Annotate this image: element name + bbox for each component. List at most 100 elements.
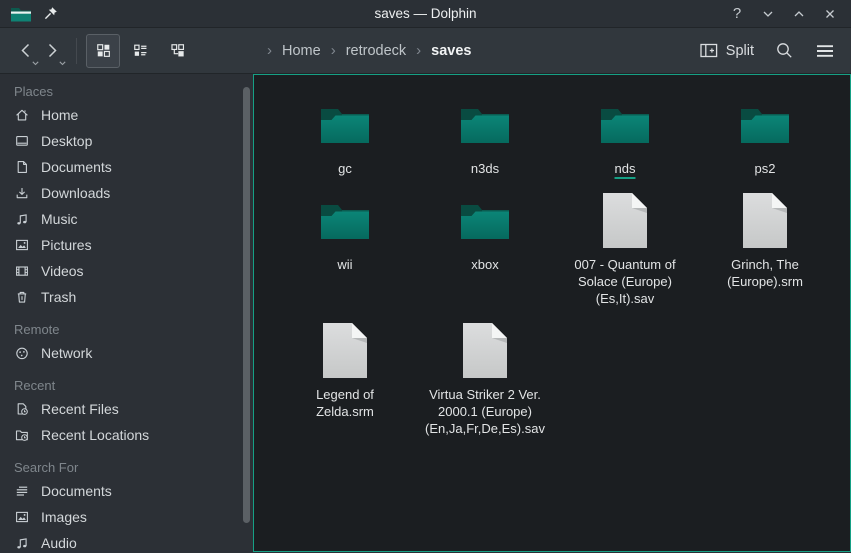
image-icon [14,509,30,525]
folder-item-nds[interactable]: nds [555,93,695,177]
folder-icon [599,102,651,146]
toolbar: › Home › retrodeck › saves Split [0,28,851,74]
downloads-icon [14,185,30,201]
network-icon [14,345,30,361]
folder-icon [739,102,791,146]
sidebar-item-label: Downloads [41,185,110,201]
icons-view-button[interactable] [86,34,120,68]
sidebar-item-label: Documents [41,159,112,175]
sidebar-item-recent-locations[interactable]: Recent Locations [0,422,253,448]
sidebar-item-network[interactable]: Network [0,340,253,366]
desktop-icon [14,133,30,149]
section-header-recent: Recent [0,376,253,396]
maximize-button[interactable] [788,4,810,24]
forward-dropdown-icon[interactable] [59,61,66,66]
folder-item-gc[interactable]: gc [275,93,415,177]
item-label: xbox [471,256,498,273]
sidebar-item-downloads[interactable]: Downloads [0,180,253,206]
sidebar-item-label: Network [41,345,92,361]
section-header-places: Places [0,82,253,102]
back-button[interactable] [12,33,39,69]
dolphin-app-icon[interactable] [10,5,32,23]
sidebar-item-search-documents[interactable]: Documents [0,478,253,504]
search-icon [775,41,794,60]
pin-icon[interactable] [43,6,58,21]
sidebar-item-label: Recent Locations [41,427,149,443]
sidebar-item-recent-files[interactable]: Recent Files [0,396,253,422]
sidebar-item-desktop[interactable]: Desktop [0,128,253,154]
sidebar-scrollbar[interactable] [243,87,250,523]
item-label: Virtua Striker 2 Ver. 2000.1 (Europe) (E… [422,386,548,437]
sidebar-item-pictures[interactable]: Pictures [0,232,253,258]
section-header-search-for: Search For [0,458,253,478]
sidebar-item-label: Documents [41,483,112,499]
folder-icon [319,198,371,242]
sidebar-item-label: Home [41,107,78,123]
file-icon [602,192,648,249]
trash-icon [14,289,30,305]
music-icon [14,211,30,227]
split-view-icon [700,43,718,58]
search-button[interactable] [775,41,794,60]
item-label: wii [337,256,352,273]
folder-item-ps2[interactable]: ps2 [695,93,835,177]
item-label: 007 - Quantum of Solace (Europe) (Es,It)… [562,256,688,307]
file-item-007-quantum-of-solace[interactable]: 007 - Quantum of Solace (Europe) (Es,It)… [555,189,695,307]
titlebar[interactable]: saves — Dolphin ? [0,0,851,28]
split-button[interactable]: Split [700,43,754,59]
folder-item-n3ds[interactable]: n3ds [415,93,555,177]
sidebar-item-music[interactable]: Music [0,206,253,232]
sidebar-item-label: Videos [41,263,84,279]
pictures-icon [14,237,30,253]
chevron-right-icon: › [267,42,272,59]
file-icon [322,322,368,379]
forward-button[interactable] [39,33,66,69]
file-item-legend-of-zelda[interactable]: Legend of Zelda.srm [275,319,415,437]
menu-button[interactable] [815,43,835,59]
folder-icon [459,198,511,242]
folder-icon [459,102,511,146]
file-item-grinch-the[interactable]: Grinch, The (Europe).srm [695,189,835,307]
split-button-label: Split [726,43,754,59]
section-header-remote: Remote [0,320,253,340]
breadcrumb-item-home[interactable]: Home [282,43,321,59]
dolphin-window: saves — Dolphin ? [0,0,851,553]
breadcrumb-item-retrodeck[interactable]: retrodeck [346,43,406,59]
music-icon [14,535,30,551]
item-label: nds [615,160,636,177]
folder-item-xbox[interactable]: xbox [415,189,555,307]
sidebar-item-label: Pictures [41,237,92,253]
sidebar-item-label: Desktop [41,133,92,149]
tree-view-button[interactable] [160,34,194,68]
recent-locations-icon [14,427,30,443]
file-item-virtua-striker-2[interactable]: Virtua Striker 2 Ver. 2000.1 (Europe) (E… [415,319,555,437]
sidebar-item-search-audio[interactable]: Audio [0,530,253,552]
text-lines-icon [14,483,30,499]
help-button[interactable]: ? [726,4,748,24]
sidebar-item-trash[interactable]: Trash [0,284,253,310]
breadcrumb-item-saves[interactable]: saves [431,43,471,59]
item-label: ps2 [755,160,776,177]
chevron-right-icon: › [331,42,336,59]
chevron-right-icon: › [416,42,421,59]
window-title: saves — Dolphin [0,6,851,21]
folder-view[interactable]: gc n3ds nds ps2 wii [253,74,851,552]
sidebar-item-videos[interactable]: Videos [0,258,253,284]
sidebar-item-label: Audio [41,535,77,551]
sidebar-item-label: Images [41,509,87,525]
back-dropdown-icon[interactable] [32,61,39,66]
sidebar-item-search-images[interactable]: Images [0,504,253,530]
details-view-button[interactable] [123,34,157,68]
close-button[interactable] [819,4,841,24]
places-panel: Places Home Desktop Documents Downloads … [0,74,253,552]
file-icon [742,192,788,249]
folder-item-wii[interactable]: wii [275,189,415,307]
sidebar-item-label: Trash [41,289,76,305]
item-label: gc [338,160,352,177]
minimize-button[interactable] [757,4,779,24]
item-label: Grinch, The (Europe).srm [702,256,828,290]
sidebar-item-documents[interactable]: Documents [0,154,253,180]
sidebar-item-home[interactable]: Home [0,102,253,128]
recent-files-icon [14,401,30,417]
sidebar-item-label: Music [41,211,78,227]
